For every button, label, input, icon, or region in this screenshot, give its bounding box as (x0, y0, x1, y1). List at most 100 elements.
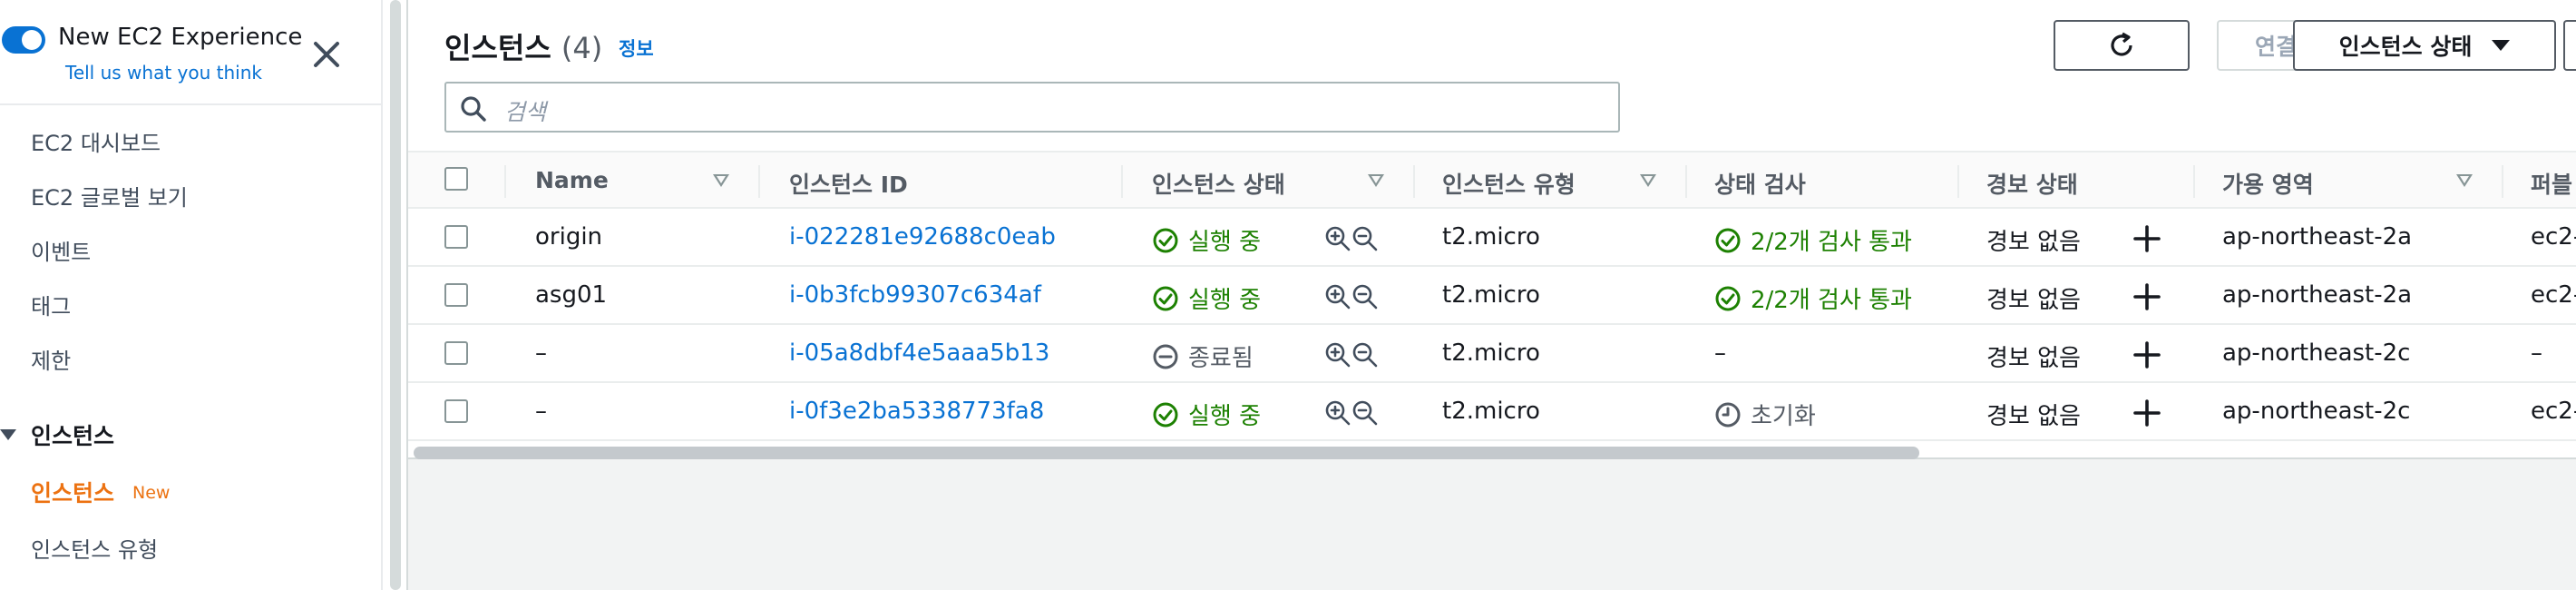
sort-icon[interactable] (713, 174, 729, 187)
alarm-status: 경보 없음 (1986, 403, 2081, 430)
column-header-instance-id[interactable]: 인스턴스 ID (789, 167, 908, 200)
column-divider (1957, 165, 1959, 198)
availability-zone: ap-northeast-2c (2222, 398, 2411, 425)
actions-dropdown[interactable] (2563, 20, 2576, 71)
instance-state-text: 실행 중 (1188, 287, 1262, 314)
alarm-status: 경보 없음 (1986, 229, 2081, 256)
zoom-in-icon[interactable] (1324, 399, 1351, 427)
table-row[interactable]: – i-05a8dbf4e5aaa5b13 종료됨 t2.micro – 경보 … (408, 325, 2576, 383)
instance-state-text: 실행 중 (1188, 403, 1262, 430)
status-check-text: 2/2개 검사 통과 (1751, 229, 1912, 256)
nav-ec2-dashboard[interactable]: EC2 대시보드 (31, 125, 161, 157)
nav-limits[interactable]: 제한 (31, 343, 71, 375)
alarm-status: 경보 없음 (1986, 287, 2081, 314)
page-title: 인스턴스 (4) (444, 25, 602, 67)
column-divider (2193, 165, 2195, 198)
page-title-text: 인스턴스 (444, 31, 551, 65)
column-header-public-dns[interactable]: 퍼블 (2531, 167, 2572, 200)
column-header-instance-type[interactable]: 인스턴스 유형 (1442, 167, 1576, 200)
instance-state: 실행 중 (1152, 281, 1261, 315)
horizontal-scrollbar[interactable] (414, 447, 1919, 459)
check-circle-icon (1715, 286, 1741, 310)
zoom-out-icon[interactable] (1351, 399, 1379, 427)
column-header-name[interactable]: Name (535, 167, 609, 193)
search-input[interactable]: 검색 (444, 82, 1620, 133)
instance-id-link[interactable]: i-05a8dbf4e5aaa5b13 (789, 339, 1049, 367)
instance-state-text: 종료됨 (1188, 345, 1254, 372)
instance-id-link[interactable]: i-022281e92688c0eab (789, 223, 1056, 251)
nav-section-label: 인스턴스 (31, 423, 115, 449)
public-dns: ec2- (2531, 398, 2576, 425)
check-circle-icon (1153, 402, 1178, 427)
select-all-checkbox[interactable] (444, 167, 468, 191)
add-alarm-icon[interactable] (2132, 223, 2162, 254)
status-check: – (1714, 339, 1726, 367)
instance-name: origin (535, 223, 603, 251)
check-circle-icon (1153, 286, 1178, 310)
table-row[interactable]: origin i-022281e92688c0eab 실행 중 t2.micro… (408, 209, 2576, 267)
nav-section-instances[interactable]: 인스턴스 (0, 419, 114, 450)
sidebar-scrollbar[interactable] (381, 0, 408, 590)
column-header-instance-state[interactable]: 인스턴스 상태 (1152, 167, 1285, 200)
instance-state-dropdown[interactable]: 인스턴스 상태 (2293, 20, 2556, 71)
instance-id-link[interactable]: i-0f3e2ba5338773fa8 (789, 398, 1044, 425)
status-check: 2/2개 검사 통과 (1714, 281, 1912, 315)
nav-instance-types[interactable]: 인스턴스 유형 (31, 532, 158, 564)
instance-count: (4) (561, 31, 603, 65)
sort-icon[interactable] (2456, 174, 2473, 187)
refresh-button[interactable] (2054, 20, 2190, 71)
row-checkbox[interactable] (444, 399, 468, 423)
nav-tags[interactable]: 태그 (31, 289, 71, 320)
minus-circle-icon (1153, 344, 1178, 369)
column-divider (1121, 165, 1123, 198)
scrollbar-thumb[interactable] (390, 0, 401, 590)
new-badge: New (132, 483, 171, 503)
status-check: 2/2개 검사 통과 (1714, 223, 1912, 257)
sort-icon[interactable] (1368, 174, 1384, 187)
column-header-status-check[interactable]: 상태 검사 (1714, 167, 1806, 200)
state-zoom-controls (1324, 283, 1379, 310)
zoom-in-icon[interactable] (1324, 283, 1351, 310)
instance-type: t2.micro (1442, 223, 1540, 251)
add-alarm-icon[interactable] (2132, 398, 2162, 428)
availability-zone: ap-northeast-2a (2222, 281, 2413, 309)
add-alarm-icon[interactable] (2132, 281, 2162, 312)
add-alarm-icon[interactable] (2132, 339, 2162, 370)
instance-id-link[interactable]: i-0b3fcb99307c634af (789, 281, 1041, 309)
public-dns: ec2- (2531, 281, 2576, 309)
column-header-alarm-status[interactable]: 경보 상태 (1986, 167, 2078, 200)
connect-label: 연결 (2254, 34, 2297, 60)
availability-zone: ap-northeast-2a (2222, 223, 2413, 251)
info-link[interactable]: 정보 (619, 34, 654, 62)
table-header: Name 인스턴스 ID 인스턴스 상태 인스턴스 유형 상태 검사 경보 상태… (408, 151, 2576, 209)
nav-ec2-global-view[interactable]: EC2 글로벌 보기 (31, 180, 188, 211)
state-zoom-controls (1324, 225, 1379, 252)
zoom-out-icon[interactable] (1351, 225, 1379, 252)
instance-state-label: 인스턴스 상태 (2338, 34, 2473, 60)
instance-name: – (535, 398, 547, 425)
row-checkbox[interactable] (444, 283, 468, 307)
column-divider (504, 165, 506, 198)
zoom-out-icon[interactable] (1351, 283, 1379, 310)
clock-icon (1715, 402, 1741, 427)
row-checkbox[interactable] (444, 225, 468, 249)
column-header-availability-zone[interactable]: 가용 영역 (2222, 167, 2314, 200)
status-check-text: 초기화 (1751, 403, 1816, 430)
column-divider (1685, 165, 1687, 198)
state-zoom-controls (1324, 341, 1379, 369)
sort-icon[interactable] (1640, 174, 1656, 187)
nav-instances[interactable]: 인스턴스 (31, 476, 114, 508)
nav-events[interactable]: 이벤트 (31, 234, 91, 266)
new-experience-toggle[interactable] (2, 26, 45, 54)
zoom-out-icon[interactable] (1351, 341, 1379, 369)
status-check-text: 2/2개 검사 통과 (1751, 287, 1912, 314)
zoom-in-icon[interactable] (1324, 225, 1351, 252)
table-row[interactable]: – i-0f3e2ba5338773fa8 실행 중 t2.micro 초기화 … (408, 383, 2576, 441)
row-checkbox[interactable] (444, 341, 468, 365)
close-icon[interactable] (308, 36, 345, 73)
instance-state: 실행 중 (1152, 223, 1261, 257)
table-row[interactable]: asg01 i-0b3fcb99307c634af 실행 중 t2.micro … (408, 267, 2576, 325)
refresh-icon (2111, 32, 2132, 56)
feedback-link[interactable]: Tell us what you think (65, 62, 262, 84)
zoom-in-icon[interactable] (1324, 341, 1351, 369)
